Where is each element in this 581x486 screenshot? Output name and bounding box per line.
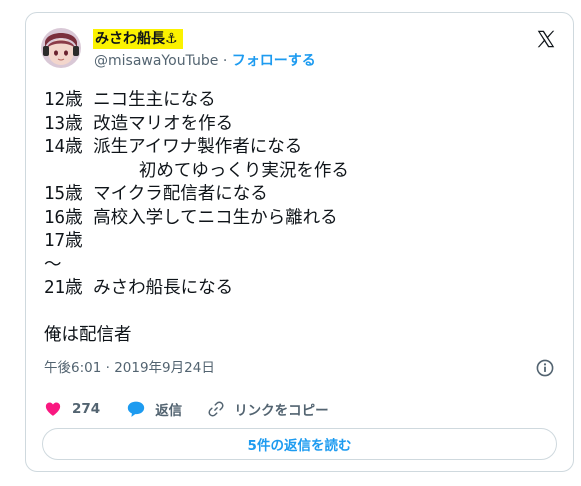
tweet-timestamp[interactable]: 午後6:01 · 2019年9月24日 — [44, 359, 215, 377]
follow-button[interactable]: フォローする — [232, 53, 316, 69]
link-icon — [207, 400, 225, 418]
tweet-card: みさわ船長⚓ @misawaYouTube · フォローする 12歳 ニコ生主に… — [25, 12, 574, 472]
x-logo-icon[interactable] — [535, 28, 557, 50]
like-count: 274 — [72, 401, 101, 417]
avatar[interactable] — [41, 28, 81, 68]
tweet-actions: 274 返信 リンクをコピー — [44, 399, 329, 419]
read-replies-button[interactable]: 5件の返信を読む — [42, 428, 557, 460]
tweet-text: 12歳 ニコ生主になる 13歳 改造マリオを作る 14歳 派生アイワナ製作者にな… — [44, 90, 349, 345]
author-display-name[interactable]: みさわ船長⚓ — [93, 29, 183, 49]
like-button[interactable]: 274 — [44, 400, 126, 418]
reply-button[interactable]: 返信 — [126, 399, 207, 419]
author-handle-row: @misawaYouTube · フォローする — [94, 52, 316, 70]
author-handle[interactable]: @misawaYouTube — [94, 53, 218, 69]
copy-link-label: リンクをコピー — [234, 403, 329, 419]
info-icon[interactable] — [535, 358, 555, 378]
separator-dot: · — [222, 53, 228, 69]
heart-icon — [44, 400, 62, 418]
reply-label: 返信 — [155, 403, 183, 419]
reply-bubble-icon — [126, 400, 146, 418]
copy-link-button[interactable]: リンクをコピー — [207, 399, 329, 419]
